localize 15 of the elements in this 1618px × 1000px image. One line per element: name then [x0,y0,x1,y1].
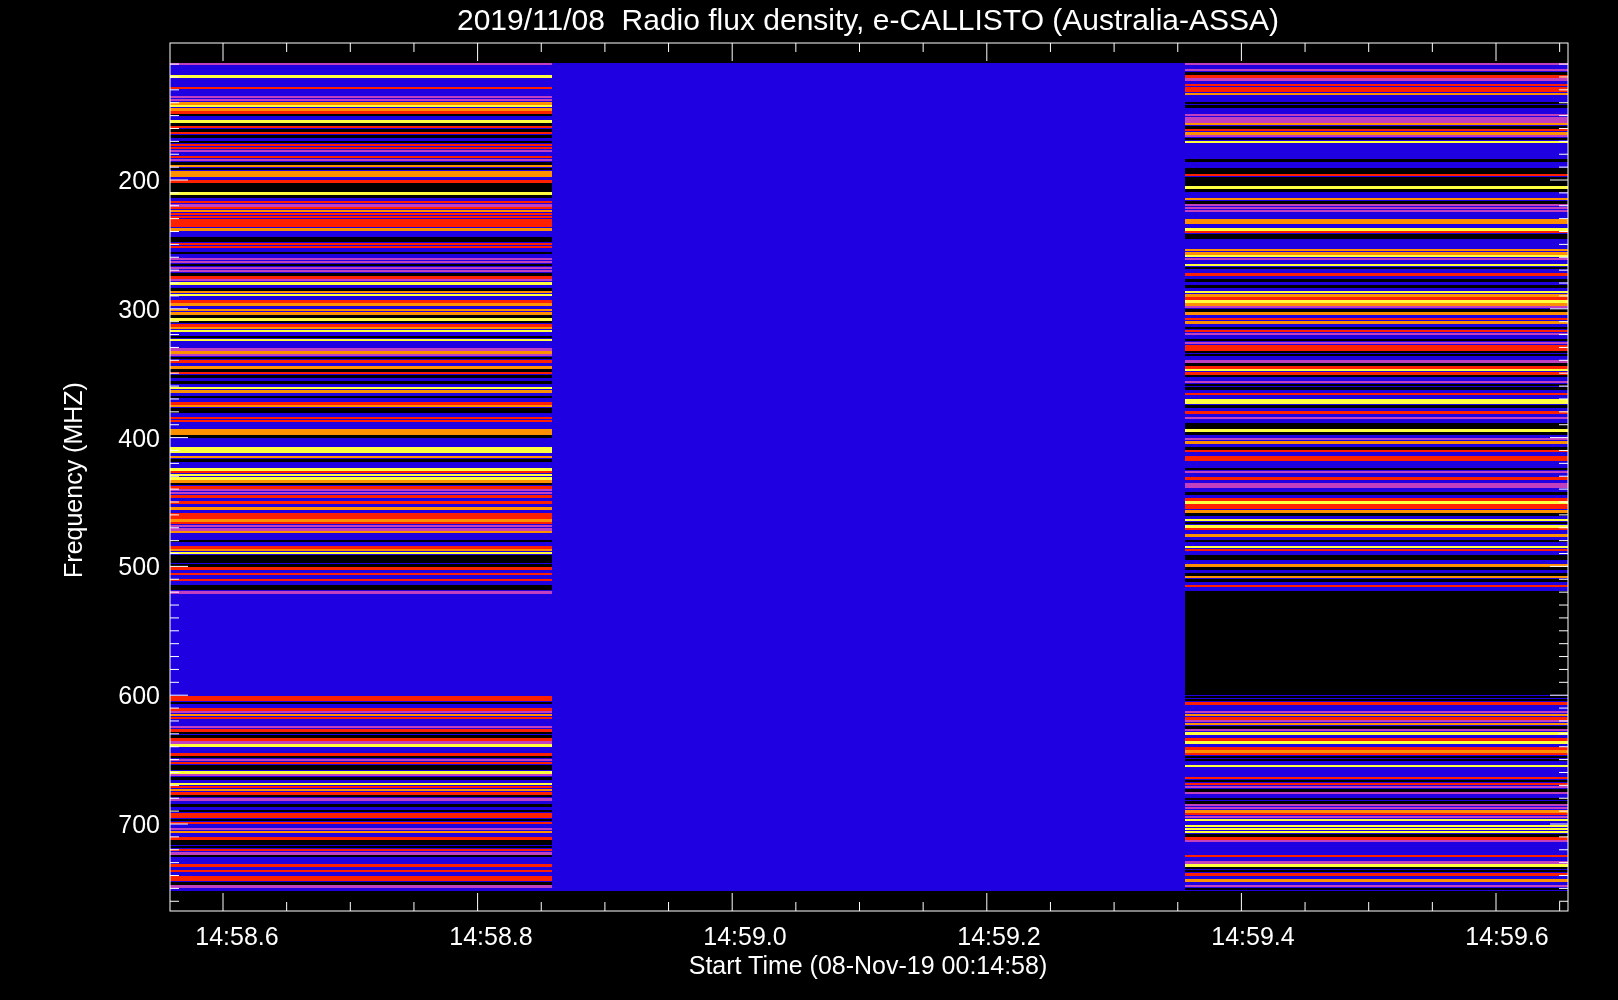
x-tick-label: 14:59.2 [957,922,1041,950]
y-tick-label: 400 [118,423,160,452]
y-tick-label: 500 [118,552,160,581]
x-tick-label: 14:59.4 [1211,922,1295,950]
x-tick-label: 14:58.8 [449,922,533,950]
y-axis-label: Frequency (MHZ) [59,382,87,578]
x-tick-label: 14:58.6 [195,922,279,950]
x-tick-label: 14:59.0 [703,922,787,950]
chart-title: 2019/11/08 Radio flux density, e-CALLISTO (Australia-ASSA) [456,3,1280,36]
x-axis-label: Start Time (08-Nov-19 00:14:58) [688,951,1048,979]
x-tick-label: 14:59.6 [1465,922,1549,950]
y-tick-label: 600 [118,681,160,710]
y-tick-label: 700 [118,810,160,838]
y-tick-label: 200 [118,166,160,194]
y-tick-label: 300 [118,294,160,323]
